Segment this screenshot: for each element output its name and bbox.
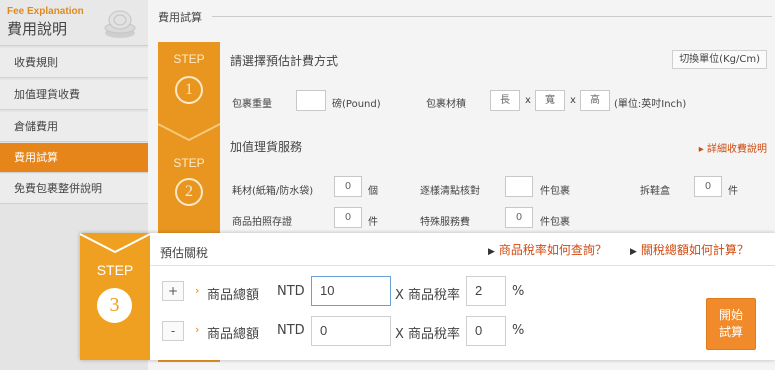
chevron-right-icon: › xyxy=(195,284,200,297)
coin-stack-icon xyxy=(104,10,136,38)
goods-amount-input[interactable]: 10 xyxy=(311,276,391,306)
width-input[interactable]: 寬 xyxy=(535,90,565,111)
goods-total-label: 商品總額 xyxy=(207,327,260,342)
sidebar-header-en: Fee Explanation xyxy=(7,6,84,17)
times-sign: x xyxy=(525,95,531,106)
step2-label: STEP xyxy=(173,156,205,170)
step-divider-icon xyxy=(158,123,220,142)
tax-rate-query-link[interactable]: ▶ 商品稅率如何查詢？ xyxy=(488,241,607,258)
goods-total-label: 商品總額 xyxy=(207,288,260,303)
times-sign: x xyxy=(570,95,576,106)
tax-title: 預估關稅 xyxy=(160,246,209,260)
unbox-label: 拆鞋盒 xyxy=(640,186,670,197)
tax-total-calc-text: 關稅總額如何計算？ xyxy=(640,243,749,257)
step3-label: STEP xyxy=(96,262,134,278)
step1-title: 請選擇預估計費方式 xyxy=(230,54,339,68)
special-service-unit: 件包裹 xyxy=(540,217,570,228)
material-label: 耗材(紙箱/防水袋) xyxy=(232,186,314,197)
tax-rate-input[interactable]: 0 xyxy=(466,316,506,346)
step3-number: 3 xyxy=(97,288,132,323)
step1-number: 1 xyxy=(175,76,203,104)
add-row-button[interactable]: + xyxy=(162,281,184,301)
sidebar-header-zh: 費用說明 xyxy=(7,20,68,38)
title-divider xyxy=(212,16,772,17)
start-calculation-button[interactable]: 開始 試算 xyxy=(706,298,756,350)
percent-sign: % xyxy=(512,284,525,299)
fee-details-link[interactable]: ▸ 詳細收費說明 xyxy=(699,140,767,155)
tax-rate-query-text: 商品稅率如何查詢？ xyxy=(498,243,607,257)
fee-details-link-text: 詳細收費說明 xyxy=(707,144,767,155)
weight-label: 包裹重量 xyxy=(232,99,272,110)
material-unit: 個 xyxy=(368,186,378,197)
height-input[interactable]: 高 xyxy=(580,90,610,111)
weight-input[interactable] xyxy=(296,90,326,111)
tax-estimate-panel: STEP 3 預估關稅 ▶ 商品稅率如何查詢？ ▶ 關稅總額如何計算？ + › 商品… xyxy=(80,233,775,360)
photo-label: 商品拍照存證 xyxy=(232,217,292,228)
currency-label: NTD xyxy=(277,284,305,299)
calc-button-line2: 試算 xyxy=(718,325,743,339)
special-service-label: 特殊服務費 xyxy=(420,217,470,228)
switch-unit-button[interactable]: 切換單位(Kg/Cm) xyxy=(672,50,767,69)
sidebar-item-fee-rules[interactable]: 收費規則 xyxy=(0,48,148,78)
tax-total-calc-link[interactable]: ▶ 關稅總額如何計算？ xyxy=(630,241,749,258)
sidebar-item-free-consolidation[interactable]: 免費包裹整併說明 xyxy=(0,174,148,204)
step2-title: 加值理貨服務 xyxy=(230,140,303,154)
chevron-right-icon: › xyxy=(195,323,200,336)
unbox-unit: 件 xyxy=(728,186,738,197)
envelope-fold-icon xyxy=(80,233,150,254)
count-check-input[interactable] xyxy=(505,176,533,197)
count-check-label: 逐樣清點核對 xyxy=(420,186,480,197)
tax-rate-label: X 商品稅率 xyxy=(395,327,461,342)
photo-unit: 件 xyxy=(368,217,378,228)
dimension-label: 包裹材積 xyxy=(426,99,466,110)
percent-sign: % xyxy=(512,323,525,338)
length-input[interactable]: 長 xyxy=(490,90,520,111)
remove-row-button[interactable]: - xyxy=(162,321,184,341)
special-service-input[interactable]: 0 xyxy=(505,207,533,228)
tax-rate-input[interactable]: 2 xyxy=(466,276,506,306)
goods-amount-input[interactable]: 0 xyxy=(311,316,391,346)
tax-divider xyxy=(150,265,775,266)
sidebar-item-storage[interactable]: 倉儲費用 xyxy=(0,112,148,142)
unbox-input[interactable]: 0 xyxy=(694,176,722,197)
count-check-unit: 件包裹 xyxy=(540,186,570,197)
photo-input[interactable]: 0 xyxy=(334,207,362,228)
page-title: 費用試算 xyxy=(158,11,202,24)
sidebar-item-fee-calculator[interactable]: 費用試算 xyxy=(0,143,148,173)
tax-rate-label: X 商品稅率 xyxy=(395,288,461,303)
step1-label: STEP xyxy=(173,52,205,66)
currency-label: NTD xyxy=(277,323,305,338)
calc-button-line1: 開始 xyxy=(718,308,743,322)
step2-number: 2 xyxy=(175,178,203,206)
sidebar-item-value-added[interactable]: 加值理貨收費 xyxy=(0,80,148,110)
weight-unit: 磅(Pound) xyxy=(332,99,381,110)
step3-column: STEP 3 xyxy=(80,233,150,360)
sidebar-header: Fee Explanation 費用說明 xyxy=(0,0,148,46)
material-input[interactable]: 0 xyxy=(334,176,362,197)
dimension-unit: (單位:英吋Inch) xyxy=(614,99,687,110)
